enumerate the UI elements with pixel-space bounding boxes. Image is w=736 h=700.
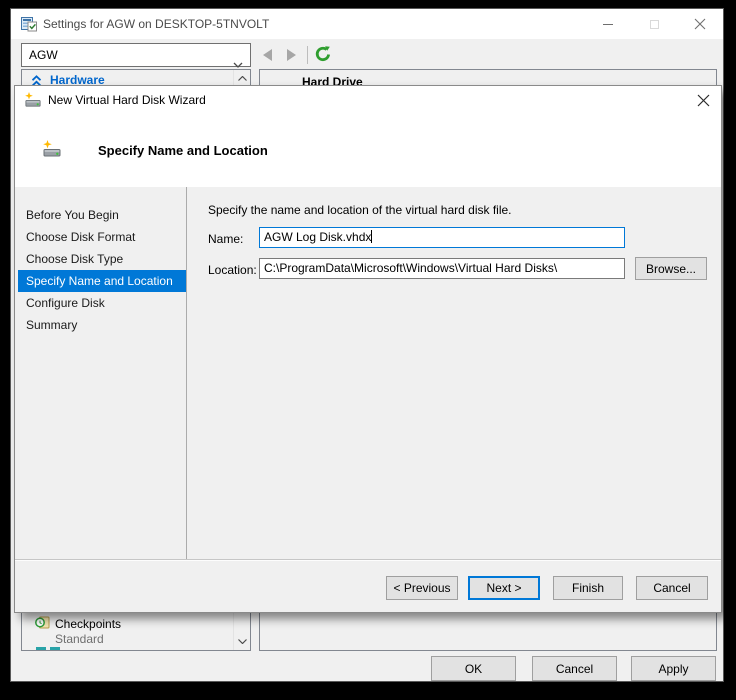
previous-button[interactable]: < Previous xyxy=(386,576,458,600)
apply-button[interactable]: Apply xyxy=(631,656,716,681)
wizard-page-heading: Specify Name and Location xyxy=(98,143,268,158)
vm-selector-value: AGW xyxy=(29,48,58,62)
step-choose-disk-type[interactable]: Choose Disk Type xyxy=(18,248,186,270)
step-summary[interactable]: Summary xyxy=(18,314,186,336)
settings-toolbar: AGW xyxy=(11,39,723,71)
finish-button[interactable]: Finish xyxy=(553,576,623,600)
wizard-close-icon[interactable] xyxy=(697,94,710,107)
vhd-page-icon xyxy=(43,140,61,158)
name-input[interactable]: AGW Log Disk.vhdx xyxy=(259,227,625,248)
text-caret xyxy=(371,230,372,243)
settings-titlebar: Settings for AGW on DESKTOP-5TNVOLT xyxy=(11,9,723,39)
footer-separator xyxy=(15,559,721,561)
step-choose-disk-format[interactable]: Choose Disk Format xyxy=(18,226,186,248)
sidebar-item-checkpoints[interactable]: Checkpoints xyxy=(35,616,121,632)
settings-cancel-button[interactable]: Cancel xyxy=(532,656,617,681)
checkpoints-label: Checkpoints xyxy=(55,617,121,631)
location-label: Location: xyxy=(208,263,257,277)
checkpoints-icon xyxy=(35,616,50,632)
browse-button[interactable]: Browse... xyxy=(635,257,707,280)
minimize-button[interactable] xyxy=(585,9,631,39)
step-configure-disk[interactable]: Configure Disk xyxy=(18,292,186,314)
wizard-steps: Before You Begin Choose Disk Format Choo… xyxy=(18,204,186,336)
new-vhd-wizard-dialog: New Virtual Hard Disk Wizard Specify Nam… xyxy=(14,85,722,613)
page-instruction: Specify the name and location of the vir… xyxy=(208,203,512,217)
maximize-button[interactable] xyxy=(631,9,677,39)
navigate-back-button[interactable] xyxy=(263,49,272,61)
smart-paging-icon xyxy=(36,647,60,651)
toolbar-divider xyxy=(307,46,308,64)
step-specify-name-and-location[interactable]: Specify Name and Location xyxy=(18,270,186,292)
name-label: Name: xyxy=(208,232,243,246)
wizard-cancel-button[interactable]: Cancel xyxy=(636,576,708,600)
name-value: AGW Log Disk.vhdx xyxy=(264,230,371,244)
sidebar-divider xyxy=(186,187,187,560)
checkpoints-value: Standard xyxy=(55,632,104,646)
vhd-wizard-icon xyxy=(25,92,41,108)
wizard-title: New Virtual Hard Disk Wizard xyxy=(48,86,206,114)
location-input[interactable]: C:\ProgramData\Microsoft\Windows\Virtual… xyxy=(259,258,625,279)
settings-app-icon xyxy=(21,16,37,32)
location-value: C:\ProgramData\Microsoft\Windows\Virtual… xyxy=(264,261,557,275)
settings-window-title: Settings for AGW on DESKTOP-5TNVOLT xyxy=(43,9,269,39)
step-before-you-begin[interactable]: Before You Begin xyxy=(18,204,186,226)
scroll-down-icon[interactable] xyxy=(234,633,250,650)
navigate-forward-button[interactable] xyxy=(287,49,296,61)
next-button[interactable]: Next > xyxy=(468,576,540,600)
ok-button[interactable]: OK xyxy=(431,656,516,681)
vm-selector-dropdown[interactable]: AGW xyxy=(21,43,251,67)
close-button[interactable] xyxy=(677,9,723,39)
refresh-button[interactable] xyxy=(314,45,332,63)
